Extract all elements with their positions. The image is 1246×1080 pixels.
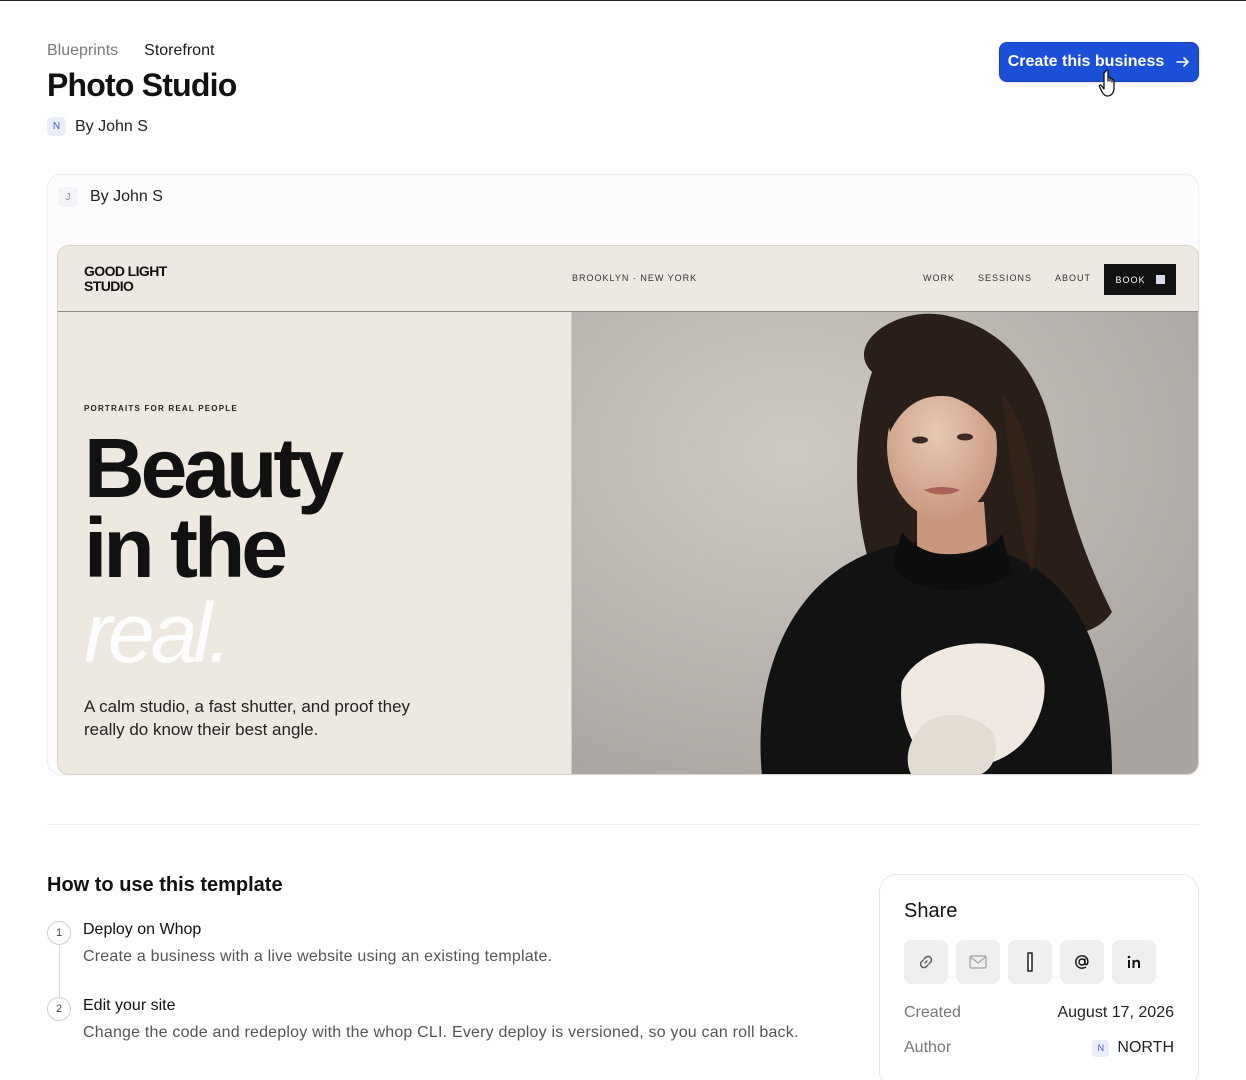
hand-cursor-icon: [1098, 69, 1115, 97]
author-meta-value[interactable]: N NORTH: [1092, 1039, 1174, 1057]
step-title: Deploy on Whop: [83, 921, 202, 938]
book-arrow-icon: [1155, 275, 1165, 284]
template-preview-card: J By John S GOOD LIGHT STUDIO BROOKLYN ·…: [47, 174, 1199, 775]
site-preview[interactable]: GOOD LIGHT STUDIO BROOKLYN · NEW YORK WO…: [57, 245, 1199, 775]
site-logo-line2: STUDIO: [84, 278, 134, 294]
step-number: 2: [47, 997, 71, 1021]
hero-subtext: A calm studio, a fast shutter, and proof…: [84, 697, 411, 739]
share-card: Share Created August 17, 2026 Author N N…: [879, 874, 1199, 1080]
share-title: Share: [904, 900, 958, 922]
preview-author-avatar: J: [58, 187, 78, 207]
section-divider: [47, 824, 1199, 825]
preview-author-label: By John S: [90, 188, 163, 205]
link-icon[interactable]: [904, 940, 948, 984]
site-nav-about: ABOUT: [1055, 273, 1092, 283]
breadcrumb: Blueprints Storefront: [47, 42, 214, 60]
hero-headline-emphasis: real.: [84, 586, 231, 680]
share-icons: [904, 940, 1156, 984]
step-title: Edit your site: [83, 997, 176, 1014]
step-item: 2 Edit your site Change the code and red…: [47, 997, 799, 1042]
site-logo-line1: GOOD LIGHT: [84, 263, 167, 279]
howto-title: How to use this template: [47, 874, 283, 896]
site-nav-sessions: SESSIONS: [978, 273, 1033, 283]
threads-icon[interactable]: [1060, 940, 1104, 984]
created-value: August 17, 2026: [1057, 1004, 1174, 1021]
hero-headline: Beauty in the: [84, 421, 344, 595]
mail-icon[interactable]: [956, 940, 1000, 984]
author-label: By John S: [75, 117, 148, 135]
site-location: BROOKLYN · NEW YORK: [572, 273, 698, 283]
hero-headline-line1: Beauty: [84, 421, 344, 515]
step-item: 1 Deploy on Whop Create a business with …: [47, 921, 552, 966]
step-description: Change the code and redeploy with the wh…: [83, 1024, 799, 1041]
breadcrumb-storefront[interactable]: Storefront: [144, 42, 214, 60]
site-nav-links: WORK SESSIONS ABOUT: [923, 273, 1091, 283]
step-description: Create a business with a live website us…: [83, 948, 553, 965]
author-meta-name: NORTH: [1117, 1039, 1174, 1056]
site-hero-text: PORTRAITS FOR REAL PEOPLE Beauty in the …: [58, 312, 572, 774]
author-meta-label: Author: [904, 1039, 952, 1056]
preview-byline: J By John S: [58, 187, 163, 207]
breadcrumb-blueprints[interactable]: Blueprints: [47, 42, 118, 60]
arrow-right-icon: [1176, 57, 1190, 67]
author-row: Author N NORTH: [904, 1039, 1174, 1057]
created-label: Created: [904, 1004, 961, 1021]
page-title: Photo Studio: [47, 67, 237, 103]
hero-portrait-image: [572, 312, 1198, 774]
author-meta-avatar: N: [1092, 1039, 1110, 1057]
hero-headline-line2: in the: [84, 501, 288, 595]
author-avatar: N: [47, 117, 66, 136]
linkedin-icon[interactable]: [1112, 940, 1156, 984]
create-business-label: Create this business: [1007, 53, 1165, 70]
x-icon[interactable]: [1008, 940, 1052, 984]
site-book-label: BOOK: [1115, 274, 1146, 285]
step-number: 1: [47, 921, 71, 945]
site-nav-work: WORK: [923, 273, 955, 283]
hero-eyebrow: PORTRAITS FOR REAL PEOPLE: [84, 404, 238, 413]
site-logo: GOOD LIGHT STUDIO: [84, 264, 167, 294]
author-byline: N By John S: [47, 117, 148, 136]
site-nav: GOOD LIGHT STUDIO BROOKLYN · NEW YORK WO…: [58, 246, 1198, 312]
created-row: Created August 17, 2026: [904, 1004, 1174, 1022]
site-book-button: BOOK: [1104, 264, 1176, 295]
